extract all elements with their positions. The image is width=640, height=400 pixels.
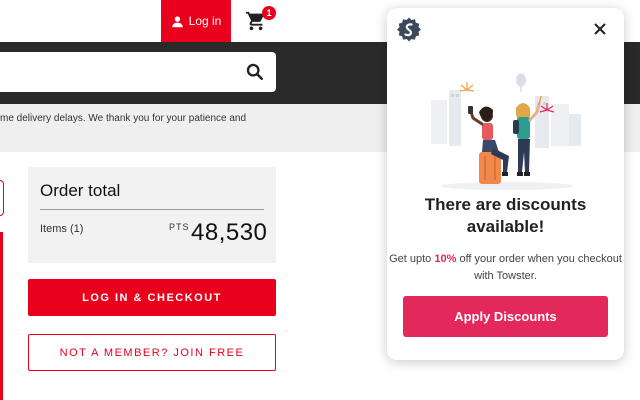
towster-logo — [397, 17, 421, 42]
close-icon[interactable] — [593, 22, 607, 36]
order-total-value: 48,530 — [191, 219, 268, 246]
message-prefix: Get upto — [389, 253, 435, 265]
login-checkout-button[interactable]: LOG IN & CHECKOUT — [28, 279, 276, 316]
cart-item-fragment — [0, 180, 4, 216]
login-button[interactable]: Log in — [161, 0, 231, 42]
popup-title-line1: There are discounts — [424, 195, 587, 214]
search-input[interactable] — [0, 52, 276, 92]
divider — [40, 209, 264, 210]
discount-percent: 10% — [434, 253, 457, 265]
discount-popup: There are discounts available! Get upto … — [387, 8, 624, 360]
user-icon — [171, 15, 183, 27]
search-icon[interactable] — [246, 63, 264, 81]
notice-text: me delivery delays. We thank you for you… — [0, 113, 247, 124]
popup-message: Get upto 10% off your order when you che… — [387, 251, 624, 285]
apply-discounts-button[interactable]: Apply Discounts — [403, 296, 608, 337]
items-count: Items (1) — [40, 223, 84, 235]
order-title: Order total — [40, 181, 121, 200]
cart-button[interactable]: 1 — [245, 6, 276, 34]
popup-title-line2: available! — [466, 217, 545, 236]
join-free-button[interactable]: NOT A MEMBER? JOIN FREE — [28, 334, 276, 371]
login-label: Log in — [188, 14, 222, 28]
pts-unit: PTS — [169, 222, 190, 232]
popup-title: There are discounts available! — [387, 194, 624, 238]
cart-count-badge: 1 — [262, 6, 276, 20]
message-suffix: off your order when you checkout with To… — [456, 253, 622, 282]
order-total-panel: Order total Items (1) PTS 48,530 — [28, 167, 276, 263]
travelers-illustration — [431, 73, 581, 190]
left-divider — [0, 232, 3, 400]
